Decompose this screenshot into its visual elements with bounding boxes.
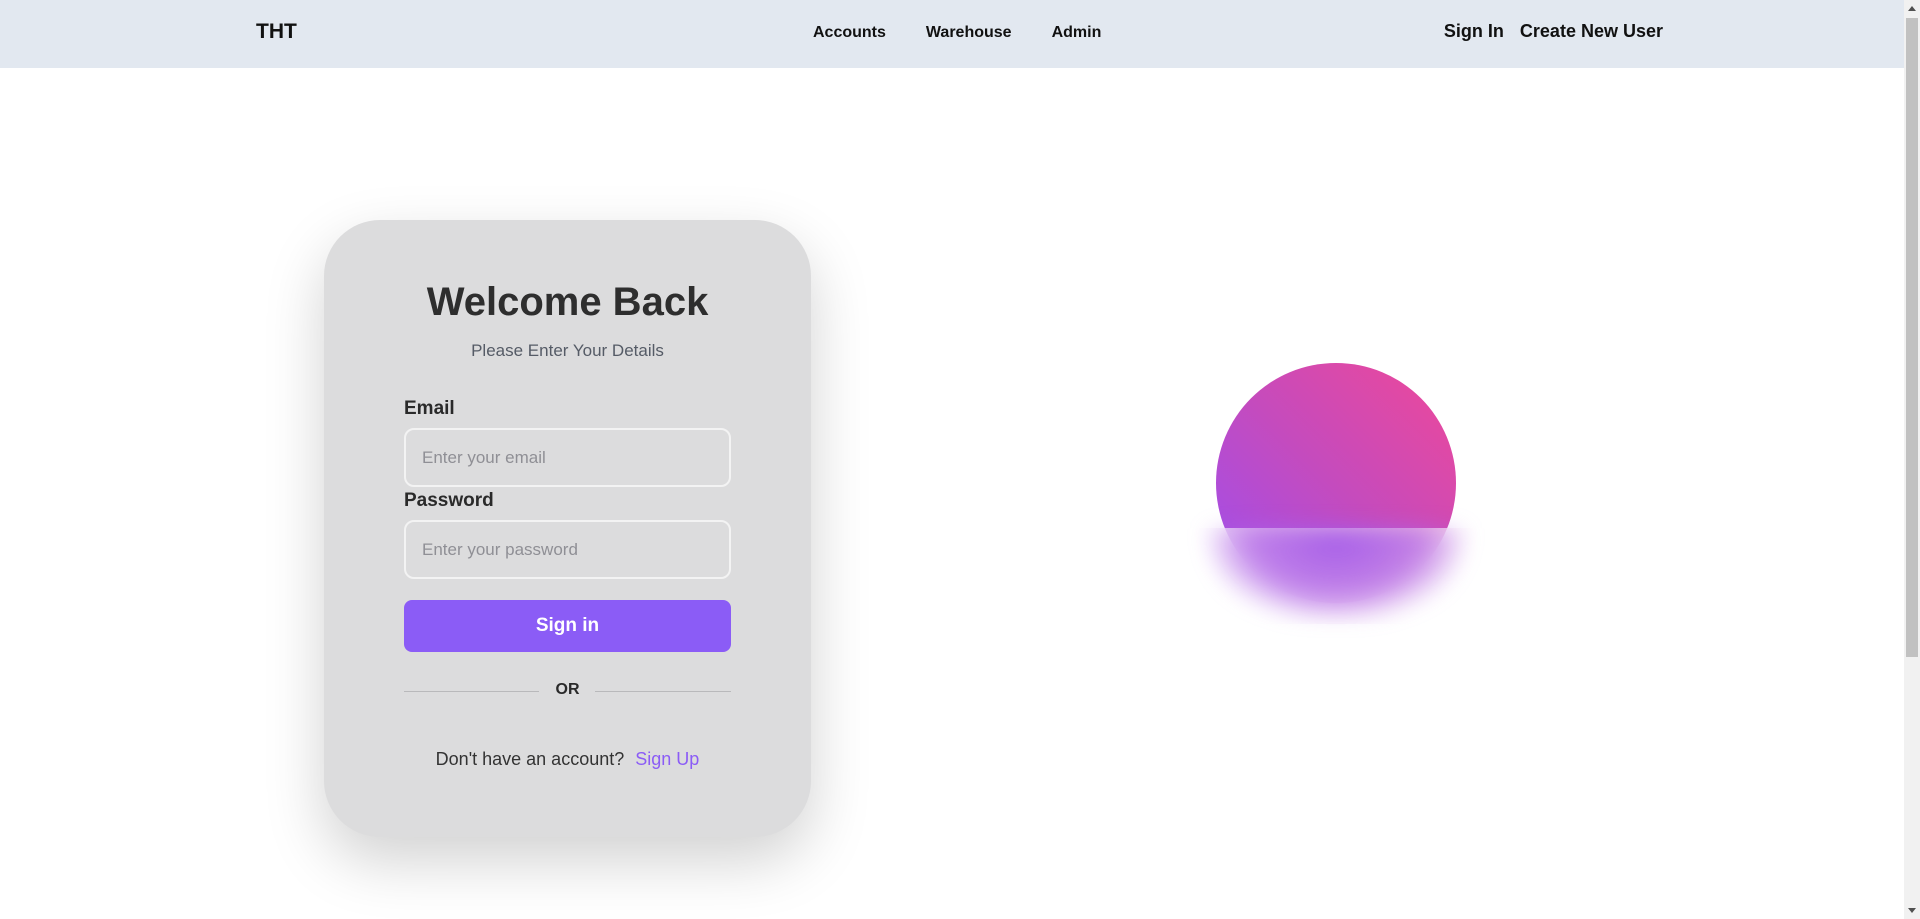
nav-sign-in-link[interactable]: Sign In [1444,21,1504,42]
brand-logo-link[interactable]: THT [256,20,297,44]
top-navbar: THT Accounts Warehouse Admin Sign In Cre… [0,0,1904,68]
signup-prompt-text: Don't have an account? [435,749,625,769]
password-input[interactable] [404,520,731,579]
scroll-up-arrow-icon[interactable] [1908,6,1916,11]
nav-link-warehouse[interactable]: Warehouse [926,24,1012,42]
main-nav: Accounts Warehouse Admin [813,24,1101,42]
sign-up-link[interactable]: Sign Up [635,749,699,769]
password-label: Password [404,490,494,511]
scrollbar-thumb[interactable] [1906,18,1918,657]
sign-in-button[interactable]: Sign in [404,600,731,652]
nav-create-user-link[interactable]: Create New User [1520,21,1663,42]
scroll-down-arrow-icon[interactable] [1908,908,1916,913]
email-input[interactable] [404,428,731,487]
or-text: OR [555,681,580,698]
nav-link-accounts[interactable]: Accounts [813,24,886,42]
signup-prompt-row: Don't have an account? Sign Up [324,749,811,770]
or-divider: OR [404,681,731,701]
email-label: Email [404,398,455,419]
divider-line-right [595,691,731,692]
auth-nav: Sign In Create New User [1444,21,1663,42]
vertical-scrollbar[interactable] [1904,0,1920,919]
login-subtitle: Please Enter Your Details [471,341,664,360]
login-title: Welcome Back [426,280,709,324]
login-card: Welcome Back Please Enter Your Details E… [324,220,811,837]
nav-link-admin[interactable]: Admin [1052,24,1102,42]
